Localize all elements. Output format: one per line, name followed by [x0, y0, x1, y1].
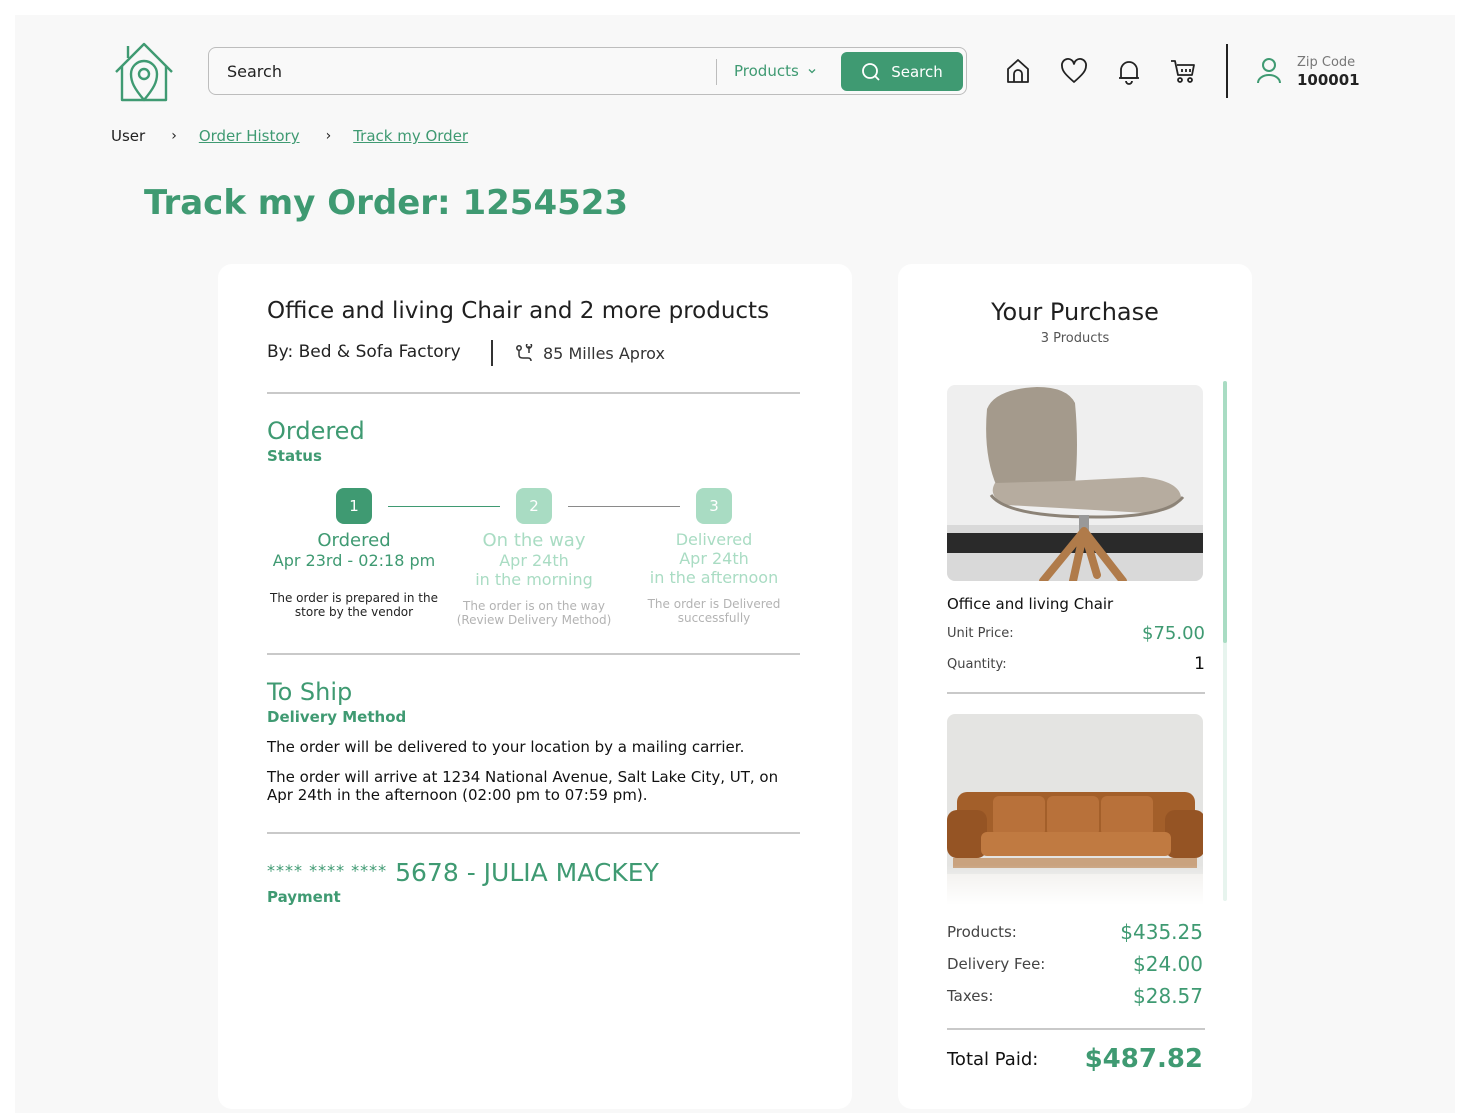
products-value: $435.25: [1120, 920, 1203, 944]
search-icon: [862, 62, 880, 81]
step-delivered: 3 Delivered Apr 24th in the afternoon Th…: [624, 488, 804, 625]
delivery-method-label: Delivery Method: [267, 708, 407, 726]
bell-icon: [1119, 61, 1139, 85]
payment-card: **** **** **** 5678 - JULIA MACKEY: [267, 858, 659, 887]
step-name: Delivered: [675, 530, 753, 549]
divider: [947, 692, 1205, 694]
divider: [267, 653, 800, 655]
status-title: Ordered: [267, 417, 365, 445]
header-divider: [1226, 44, 1228, 98]
unit-price-label: Unit Price:: [947, 626, 1014, 641]
divider: [267, 392, 800, 394]
step-on-the-way: 2 On the way Apr 24th in the morning The…: [444, 488, 624, 627]
delivery-fee-row: Delivery Fee: $24.00: [947, 952, 1203, 976]
step-number: 2: [516, 488, 552, 524]
step-name: On the way: [482, 530, 586, 551]
chevron-right-icon: ›: [171, 128, 177, 144]
user-location-icon[interactable]: [1255, 56, 1283, 86]
step-date-detail: in the morning: [475, 570, 593, 589]
ship-title: To Ship: [267, 678, 353, 706]
page-title: Track my Order: 1254523: [144, 183, 629, 223]
total-paid-row: Total Paid: $487.82: [947, 1044, 1203, 1074]
chevron-down-icon: [808, 69, 816, 74]
step-number: 1: [336, 488, 372, 524]
scrollbar-thumb[interactable]: [1223, 381, 1227, 643]
step-date: Apr 23rd - 02:18 pm: [272, 551, 436, 570]
step-date-detail: in the afternoon: [649, 568, 779, 587]
delivery-fee-label: Delivery Fee:: [947, 955, 1046, 973]
quantity-value: 1: [1194, 654, 1205, 674]
cart-button[interactable]: [1168, 56, 1198, 86]
payment-label: Payment: [267, 888, 341, 906]
zip-code-value[interactable]: 100001: [1297, 71, 1360, 89]
product-name: Office and living Chair: [947, 595, 1114, 613]
step-date: Apr 24th: [499, 551, 569, 570]
purchase-summary-card: Your Purchase 3 Products Office and livi…: [898, 264, 1252, 1109]
notifications-button[interactable]: [1114, 56, 1144, 86]
delivery-address-text: The order will arrive at 1234 National A…: [267, 768, 779, 804]
order-title: Office and living Chair and 2 more produ…: [267, 298, 770, 324]
zip-code-label: Zip Code: [1297, 55, 1356, 70]
unit-price-row: Unit Price: $75.00: [947, 623, 1205, 644]
home-location-logo-icon[interactable]: [110, 38, 178, 106]
breadcrumb: User › Order History › Track my Order: [111, 127, 468, 145]
heart-icon: [1061, 58, 1087, 83]
card-holder: 5678 - JULIA MACKEY: [395, 858, 659, 887]
wishlist-button[interactable]: [1059, 56, 1089, 86]
taxes-value: $28.57: [1133, 984, 1203, 1008]
vendor-name: By: Bed & Sofa Factory: [267, 342, 461, 362]
step-description: The order is prepared in the store by th…: [270, 591, 438, 619]
taxes-row: Taxes: $28.57: [947, 984, 1203, 1008]
divider: [947, 1028, 1205, 1030]
order-tracking-card: Office and living Chair and 2 more produ…: [218, 264, 852, 1109]
purchase-count: 3 Products: [1040, 331, 1110, 346]
cart-icon: [1171, 60, 1195, 83]
product-image-chair[interactable]: [947, 385, 1203, 581]
category-label: Products: [734, 62, 799, 80]
chevron-right-icon: ›: [325, 128, 332, 144]
unit-price-value: $75.00: [1142, 623, 1205, 644]
breadcrumb-order-history[interactable]: Order History: [199, 127, 300, 145]
products-label: Products:: [947, 923, 1017, 941]
home-icon: [1007, 59, 1029, 83]
card-mask: **** **** ****: [267, 861, 388, 880]
breadcrumb-user[interactable]: User: [111, 127, 145, 145]
product-list[interactable]: Office and living Chair Unit Price: $75.…: [947, 385, 1205, 905]
status-label: Status: [267, 447, 322, 465]
step-number: 3: [696, 488, 732, 524]
route-icon: [516, 344, 533, 362]
step-description: The order is Delivered successfully: [647, 597, 781, 625]
search-button-label: Search: [891, 62, 943, 81]
step-description: The order is on the way (Review Delivery…: [456, 599, 612, 627]
total-paid-value: $487.82: [1084, 1044, 1203, 1074]
category-dropdown[interactable]: Products: [734, 62, 817, 80]
delivery-carrier-text: The order will be delivered to your loca…: [267, 738, 745, 756]
purchase-title: Your Purchase: [991, 298, 1159, 326]
search-bar: Products Search: [208, 47, 967, 95]
search-button[interactable]: Search: [841, 52, 963, 91]
delivery-distance: 85 Milles Aprox: [543, 344, 665, 363]
taxes-label: Taxes:: [947, 987, 994, 1005]
divider: [267, 832, 800, 834]
step-ordered: 1 Ordered Apr 23rd - 02:18 pm The order …: [264, 488, 444, 619]
list-fade: [947, 865, 1205, 905]
total-paid-label: Total Paid:: [947, 1048, 1039, 1070]
quantity-row: Quantity: 1: [947, 654, 1205, 674]
step-name: Ordered: [317, 530, 391, 551]
breadcrumb-track-order[interactable]: Track my Order: [353, 127, 468, 145]
chair-image: [947, 385, 1203, 581]
products-total-row: Products: $435.25: [947, 920, 1203, 944]
search-input[interactable]: [227, 59, 707, 83]
step-date: Apr 24th: [679, 549, 749, 568]
delivery-fee-value: $24.00: [1133, 952, 1203, 976]
meta-divider: [491, 340, 493, 366]
search-divider: [716, 59, 717, 85]
home-button[interactable]: [1003, 56, 1033, 86]
quantity-label: Quantity:: [947, 656, 1007, 672]
